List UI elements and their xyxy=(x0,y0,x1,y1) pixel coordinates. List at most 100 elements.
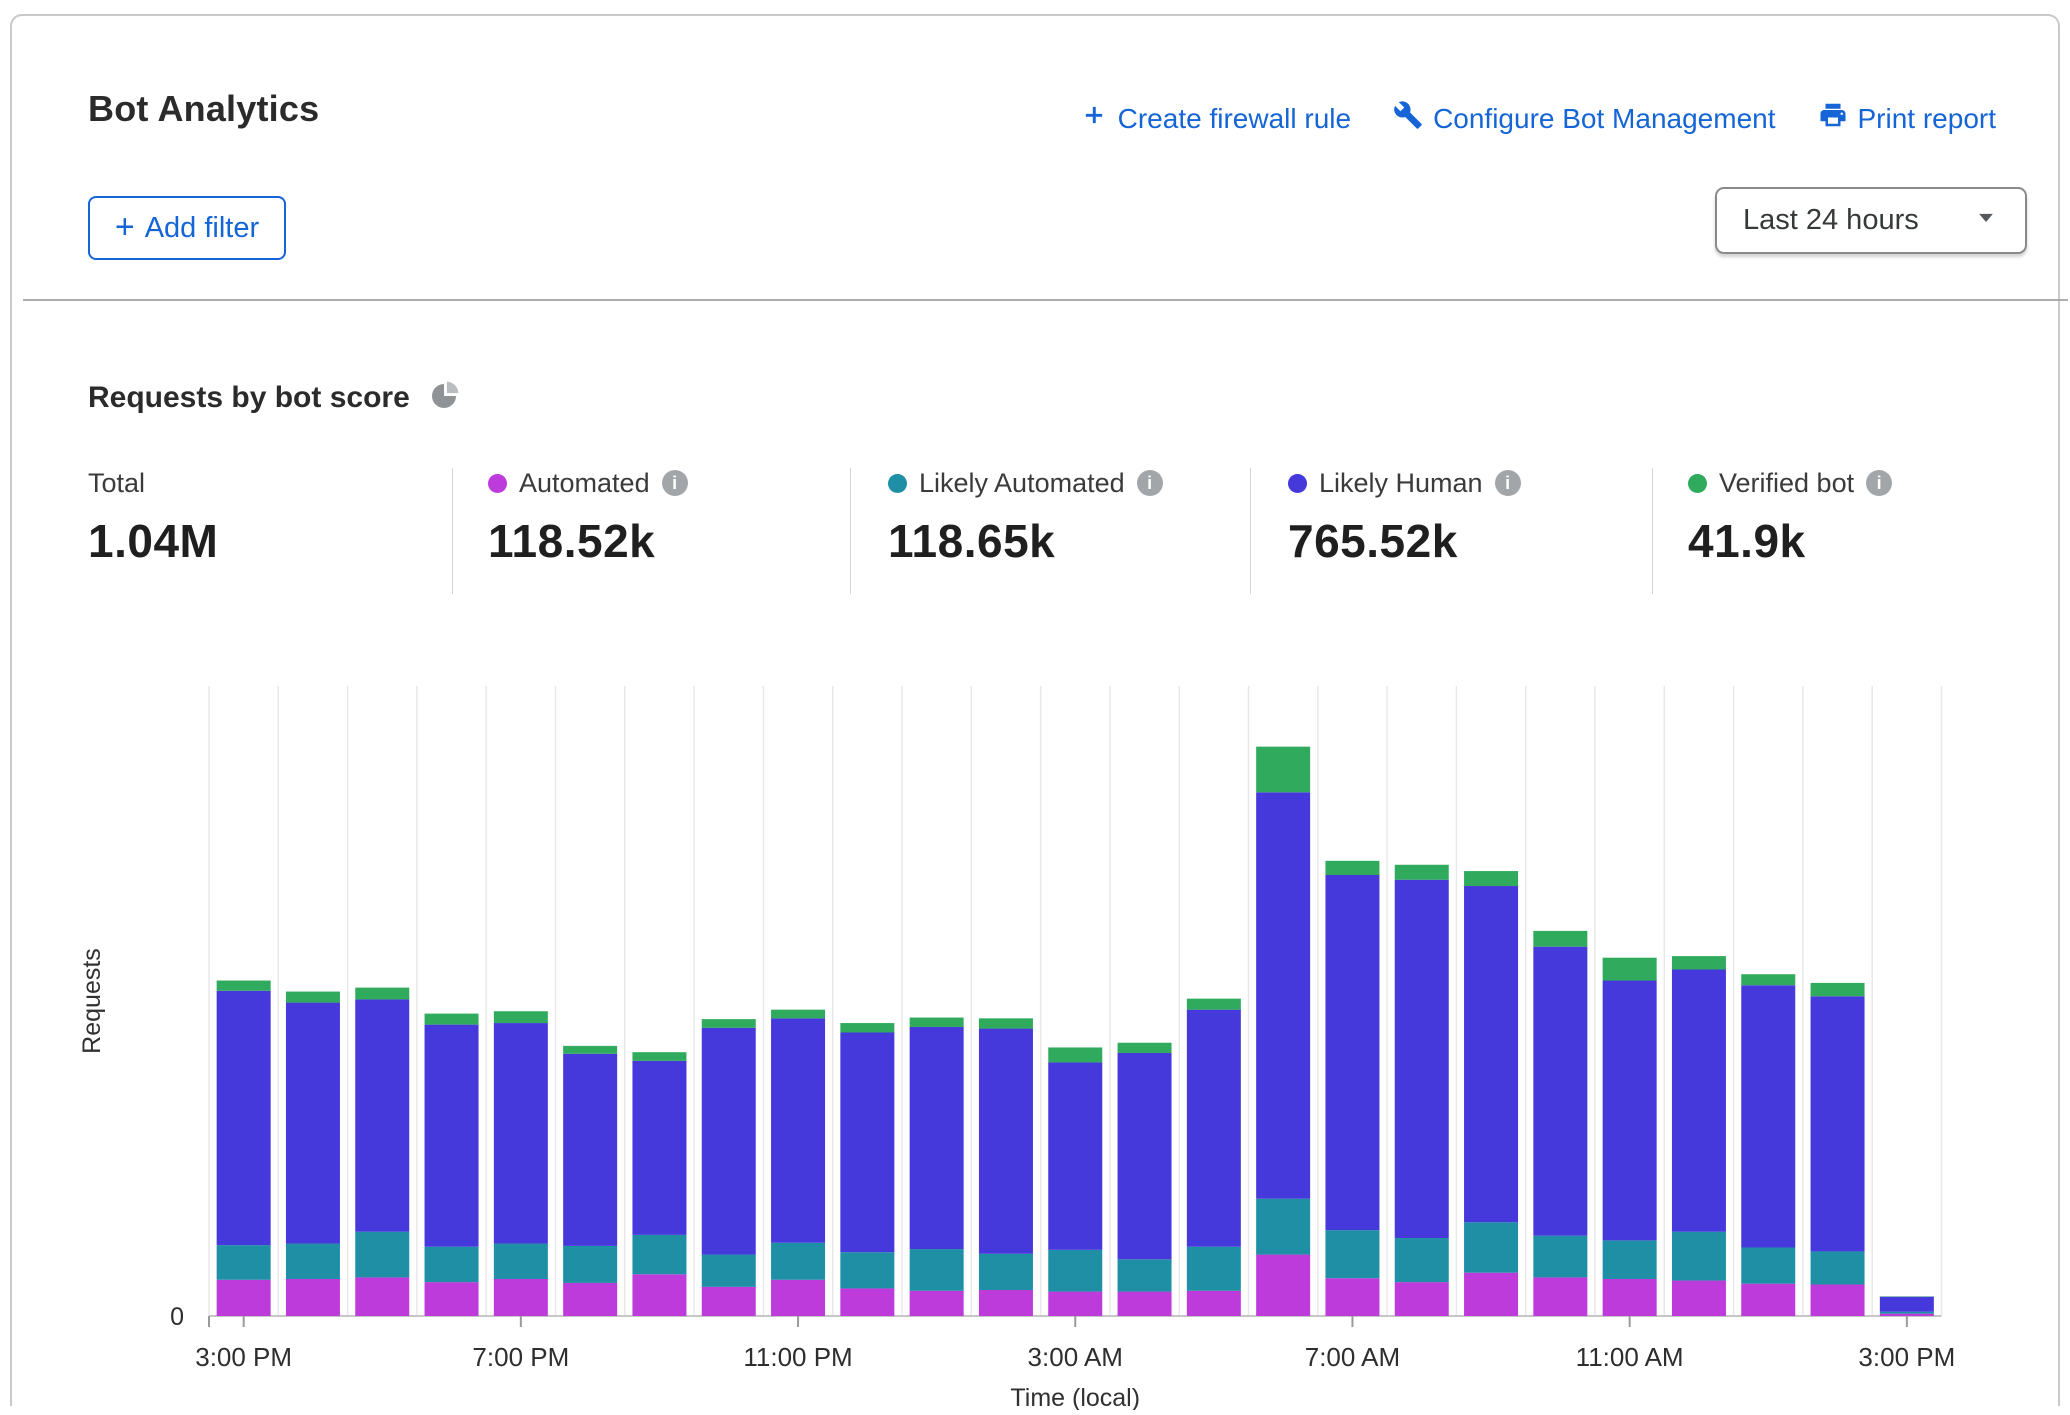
bar-segment-automated[interactable] xyxy=(563,1283,617,1316)
bar-segment-likely-human[interactable] xyxy=(1533,947,1587,1236)
bar-segment-likely-automated[interactable] xyxy=(910,1249,964,1291)
info-icon[interactable]: i xyxy=(1866,470,1892,496)
bar-segment-likely-human[interactable] xyxy=(425,1025,479,1247)
bar-segment-likely-human[interactable] xyxy=(840,1033,894,1253)
bar-segment-automated[interactable] xyxy=(1048,1292,1102,1316)
bar-segment-likely-automated[interactable] xyxy=(1741,1247,1795,1283)
bar-segment-likely-human[interactable] xyxy=(355,999,409,1231)
info-icon[interactable]: i xyxy=(1495,470,1521,496)
bar-segment-automated[interactable] xyxy=(1672,1281,1726,1316)
bar-segment-likely-human[interactable] xyxy=(563,1054,617,1246)
bar-segment-automated[interactable] xyxy=(910,1291,964,1316)
bar-segment-automated[interactable] xyxy=(1741,1284,1795,1316)
bar-segment-likely-human[interactable] xyxy=(217,991,271,1245)
bar-segment-likely-automated[interactable] xyxy=(217,1245,271,1280)
bar-segment-likely-automated[interactable] xyxy=(286,1244,340,1279)
bar-segment-verified-bot[interactable] xyxy=(355,988,409,1000)
bar-segment-likely-human[interactable] xyxy=(1741,985,1795,1247)
create-firewall-rule-link[interactable]: Create firewall rule xyxy=(1080,101,1351,136)
print-report-link[interactable]: Print report xyxy=(1818,100,1997,137)
bar-segment-likely-automated[interactable] xyxy=(1187,1247,1241,1291)
bar-segment-automated[interactable] xyxy=(1880,1314,1934,1316)
bar-segment-likely-human[interactable] xyxy=(979,1029,1033,1254)
bar-segment-automated[interactable] xyxy=(355,1277,409,1316)
bar-segment-likely-automated[interactable] xyxy=(425,1247,479,1282)
bar-segment-automated[interactable] xyxy=(1325,1278,1379,1316)
bar-segment-verified-bot[interactable] xyxy=(1048,1047,1102,1062)
bar-segment-automated[interactable] xyxy=(1256,1255,1310,1316)
bar-segment-likely-automated[interactable] xyxy=(979,1254,1033,1290)
bar-segment-likely-automated[interactable] xyxy=(1256,1199,1310,1255)
bar-segment-likely-human[interactable] xyxy=(1325,875,1379,1230)
bar-segment-verified-bot[interactable] xyxy=(979,1018,1033,1028)
info-icon[interactable]: i xyxy=(662,470,688,496)
bar-segment-verified-bot[interactable] xyxy=(1325,861,1379,875)
add-filter-button[interactable]: + Add filter xyxy=(88,196,286,260)
bar-segment-verified-bot[interactable] xyxy=(217,981,271,991)
bar-segment-likely-human[interactable] xyxy=(1187,1010,1241,1247)
bar-segment-automated[interactable] xyxy=(771,1280,825,1316)
bar-segment-likely-human[interactable] xyxy=(702,1028,756,1255)
bar-segment-likely-automated[interactable] xyxy=(1672,1232,1726,1281)
bar-segment-automated[interactable] xyxy=(494,1279,548,1316)
bar-segment-verified-bot[interactable] xyxy=(1811,983,1865,996)
bar-segment-automated[interactable] xyxy=(632,1274,686,1316)
bar-segment-likely-human[interactable] xyxy=(1603,981,1657,1241)
bar-segment-verified-bot[interactable] xyxy=(286,992,340,1003)
bar-segment-likely-human[interactable] xyxy=(1672,970,1726,1232)
bar-segment-likely-automated[interactable] xyxy=(563,1246,617,1283)
bar-segment-verified-bot[interactable] xyxy=(632,1052,686,1061)
bar-segment-likely-human[interactable] xyxy=(910,1027,964,1249)
bar-segment-likely-automated[interactable] xyxy=(1603,1240,1657,1279)
info-icon[interactable]: i xyxy=(1137,470,1163,496)
bar-segment-likely-automated[interactable] xyxy=(1880,1312,1934,1314)
bar-segment-likely-automated[interactable] xyxy=(840,1252,894,1288)
bar-segment-verified-bot[interactable] xyxy=(1395,865,1449,880)
bar-segment-likely-automated[interactable] xyxy=(632,1235,686,1274)
bar-segment-verified-bot[interactable] xyxy=(425,1014,479,1025)
bar-segment-likely-automated[interactable] xyxy=(1533,1236,1587,1278)
time-range-select[interactable]: Last 24 hours xyxy=(1715,187,2027,254)
bar-segment-verified-bot[interactable] xyxy=(840,1023,894,1032)
bar-segment-verified-bot[interactable] xyxy=(702,1019,756,1028)
bar-segment-likely-human[interactable] xyxy=(494,1023,548,1244)
bar-segment-likely-human[interactable] xyxy=(1256,792,1310,1198)
bar-segment-likely-human[interactable] xyxy=(1464,886,1518,1222)
bar-segment-likely-human[interactable] xyxy=(1395,880,1449,1238)
bar-segment-automated[interactable] xyxy=(1395,1282,1449,1316)
bar-segment-automated[interactable] xyxy=(1603,1279,1657,1316)
bar-segment-likely-human[interactable] xyxy=(771,1018,825,1242)
bar-segment-likely-automated[interactable] xyxy=(494,1244,548,1279)
bar-segment-automated[interactable] xyxy=(1187,1291,1241,1316)
bar-segment-likely-automated[interactable] xyxy=(1325,1230,1379,1278)
bar-segment-verified-bot[interactable] xyxy=(1741,974,1795,985)
bar-segment-likely-human[interactable] xyxy=(632,1061,686,1235)
bar-segment-automated[interactable] xyxy=(1118,1292,1172,1316)
bar-segment-likely-automated[interactable] xyxy=(1118,1259,1172,1291)
bar-segment-automated[interactable] xyxy=(1464,1273,1518,1316)
bar-segment-verified-bot[interactable] xyxy=(1256,747,1310,793)
bar-segment-automated[interactable] xyxy=(217,1280,271,1316)
bar-segment-automated[interactable] xyxy=(286,1279,340,1316)
bar-segment-automated[interactable] xyxy=(840,1288,894,1316)
bar-segment-automated[interactable] xyxy=(702,1287,756,1316)
bar-segment-verified-bot[interactable] xyxy=(1187,999,1241,1010)
bar-segment-likely-automated[interactable] xyxy=(355,1232,409,1278)
bar-segment-verified-bot[interactable] xyxy=(771,1010,825,1019)
bar-segment-likely-automated[interactable] xyxy=(702,1255,756,1287)
bar-segment-verified-bot[interactable] xyxy=(1118,1043,1172,1053)
bar-segment-automated[interactable] xyxy=(1533,1277,1587,1316)
configure-bot-management-link[interactable]: Configure Bot Management xyxy=(1393,100,1775,137)
bar-segment-automated[interactable] xyxy=(425,1282,479,1316)
bar-segment-verified-bot[interactable] xyxy=(910,1018,964,1027)
bar-segment-likely-human[interactable] xyxy=(1811,996,1865,1251)
bar-segment-likely-human[interactable] xyxy=(1048,1062,1102,1249)
bar-segment-verified-bot[interactable] xyxy=(563,1046,617,1054)
bar-segment-verified-bot[interactable] xyxy=(494,1011,548,1023)
bar-segment-verified-bot[interactable] xyxy=(1464,871,1518,886)
bar-segment-likely-human[interactable] xyxy=(286,1003,340,1244)
bar-segment-verified-bot[interactable] xyxy=(1672,956,1726,969)
bar-segment-likely-automated[interactable] xyxy=(771,1243,825,1280)
bar-segment-likely-automated[interactable] xyxy=(1811,1251,1865,1284)
bar-segment-likely-automated[interactable] xyxy=(1048,1250,1102,1292)
